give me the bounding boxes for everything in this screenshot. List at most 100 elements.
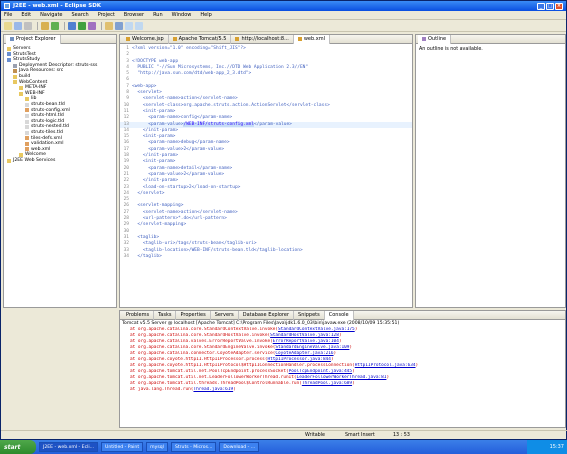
file-tab-icon: [297, 37, 302, 41]
console-view-tab[interactable]: Problems: [122, 310, 155, 320]
console-panel: Problems Tasks Properties Servers Database E…: [119, 310, 566, 428]
descriptor-icon: [13, 63, 17, 68]
xml-icon: [25, 147, 29, 152]
stack-frame-text: at org.apache.catalina.valves.ErrorRepor…: [130, 339, 273, 344]
stack-frame-link[interactable]: CoyoteAdapter.java:216: [275, 351, 333, 356]
package-icon[interactable]: [41, 21, 49, 30]
back-icon[interactable]: [125, 21, 133, 30]
taskbar-button[interactable]: Untitled - Paint: [101, 442, 144, 452]
save-icon[interactable]: [14, 21, 22, 30]
maximize-button[interactable]: □: [546, 2, 554, 10]
console-view-tab[interactable]: Console: [324, 310, 354, 320]
line-text: </servlet-mapping>: [132, 222, 187, 228]
folder-icon: [19, 85, 23, 90]
folder-icon: [13, 74, 17, 79]
start-label: start: [4, 443, 21, 451]
editor-panel: Welcome.jsp Apache Tomcat/5.5 http://local…: [119, 34, 413, 308]
folder-icon: [13, 80, 17, 85]
editor-tab[interactable]: web.xml: [293, 34, 330, 44]
stack-frame-end: ): [352, 381, 355, 386]
menu-help[interactable]: Help: [200, 12, 211, 18]
stack-frame-link[interactable]: Http11Processor.java:844: [267, 357, 330, 362]
stack-frame-link[interactable]: Http11Protocol.java:634: [355, 363, 416, 368]
editor-tab[interactable]: Welcome.jsp: [122, 34, 169, 44]
outline-panel: Outline An outline is not available.: [415, 34, 566, 308]
package-icon: [13, 69, 17, 74]
stack-frame-link[interactable]: LeaderFollowerWorkerThread.java:81: [297, 375, 387, 380]
stack-frame-text: at java.lang.Thread.run(: [130, 387, 194, 392]
tab-project-explorer[interactable]: Project Explorer: [6, 34, 61, 44]
stack-frame-end: ): [333, 351, 337, 356]
console-view-tab[interactable]: Properties: [176, 310, 211, 320]
stack-frame-link[interactable]: ThreadPool.java:689: [302, 381, 352, 386]
code-editor[interactable]: 1 <?xml version="1.0" encoding="Shift_JIS…: [120, 44, 412, 260]
clock: 15:37: [549, 444, 564, 450]
eclipse-icon: [4, 3, 10, 9]
eclipse-window: J2EE - web.xml - Eclipse SDK _ □ × File E…: [0, 0, 567, 440]
close-button[interactable]: ×: [555, 2, 563, 10]
tab-outline[interactable]: Outline: [418, 34, 452, 44]
menu-run[interactable]: Run: [153, 12, 163, 18]
console-view-tab-label: Problems: [126, 312, 150, 318]
title-bar[interactable]: J2EE - web.xml - Eclipse SDK _ □ ×: [1, 1, 566, 11]
stack-frame-link[interactable]: StandardContextValve.java:175: [278, 327, 355, 332]
run-icon[interactable]: [78, 21, 86, 30]
system-tray: 15:37: [527, 440, 567, 454]
menu-file[interactable]: File: [4, 12, 12, 18]
menu-search[interactable]: Search: [72, 12, 89, 18]
stack-frame-link[interactable]: StandardHostValve.java:128: [270, 333, 339, 338]
code-line: 34 </taglib>: [120, 254, 412, 260]
stack-frame-text: at org.apache.coyote.http11.Http11Proces…: [130, 357, 268, 362]
open-type-icon[interactable]: [105, 21, 113, 30]
console-view-tab[interactable]: Snippets: [294, 310, 325, 320]
console-view-tab-label: Database Explorer: [242, 312, 290, 318]
editor-tab[interactable]: Apache Tomcat/5.5: [169, 34, 232, 44]
start-button[interactable]: start: [0, 440, 36, 454]
stack-frame-link[interactable]: ErrorReportValve.java:104: [273, 339, 339, 344]
stack-frame-link[interactable]: StandardEngineValve.java:109: [275, 345, 349, 350]
menu-project[interactable]: Project: [98, 12, 115, 18]
menu-browser[interactable]: Browser: [124, 12, 144, 18]
console-view-tab[interactable]: Tasks: [154, 310, 177, 320]
forward-icon[interactable]: [135, 21, 143, 30]
stack-frame-link[interactable]: Thread.java:619: [193, 387, 233, 392]
file-tab-icon: [235, 37, 240, 41]
search-icon[interactable]: [115, 21, 123, 30]
editor-tab-label: Apache Tomcat/5.5: [178, 36, 227, 42]
taskbar-button[interactable]: J2EE - web.xml - Ecli...: [39, 442, 99, 452]
outline-icon: [422, 37, 426, 41]
minimize-button[interactable]: _: [537, 2, 545, 10]
taskbar-button[interactable]: Struts - Micros...: [170, 442, 217, 452]
console-view-tab[interactable]: Servers: [211, 310, 239, 320]
folder-icon: [19, 153, 23, 158]
project-icon: [7, 52, 11, 57]
print-icon[interactable]: [24, 21, 32, 30]
server-icon[interactable]: [51, 21, 59, 30]
taskbar-button[interactable]: Download - ...: [219, 442, 260, 452]
stack-frame-link[interactable]: PoolTcpEndpoint.java:445: [289, 369, 352, 374]
external-tools-icon[interactable]: [88, 21, 96, 30]
project-tree: Servers StrutsTest StrutsStudy Deployment D…: [4, 44, 116, 165]
console-tabs: Problems Tasks Properties Servers Database E…: [120, 310, 565, 320]
stack-frame-end: ): [415, 363, 419, 368]
project-explorer-panel: Project Explorer Servers StrutsTest Struts…: [3, 34, 117, 308]
folder-icon: [7, 158, 11, 163]
stack-frame-text: at org.apache.catalina.core.StandardCont…: [130, 327, 279, 332]
menu-edit[interactable]: Edit: [21, 12, 31, 18]
line-text: "http://java.sun.com/dtd/web-app_2_3.dtd…: [132, 71, 252, 77]
taskbar-button[interactable]: mysql: [146, 442, 168, 452]
editor-tab[interactable]: http://localhost:8...: [231, 34, 294, 44]
console-view-tab[interactable]: Database Explorer: [239, 310, 295, 320]
debug-icon[interactable]: [68, 21, 76, 30]
editor-tabs: Welcome.jsp Apache Tomcat/5.5 http://local…: [120, 34, 412, 44]
line-text: <?xml version="1.0" encoding="Shift_JIS"…: [132, 46, 246, 51]
console-header: Tomcat v5.5 Server @ localhost [Apache T…: [122, 321, 400, 326]
console-output[interactable]: at org.apache.catalina.core.StandardCont…: [120, 327, 565, 393]
new-icon[interactable]: [4, 21, 12, 30]
menu-navigate[interactable]: Navigate: [40, 12, 62, 18]
line-text: </param-value>: [253, 121, 292, 127]
taskbar-button-label: mysql: [150, 444, 164, 450]
tree-item[interactable]: J2EE Web Services: [5, 158, 115, 164]
menu-window[interactable]: Window: [172, 12, 192, 18]
xml-icon: [25, 108, 29, 113]
